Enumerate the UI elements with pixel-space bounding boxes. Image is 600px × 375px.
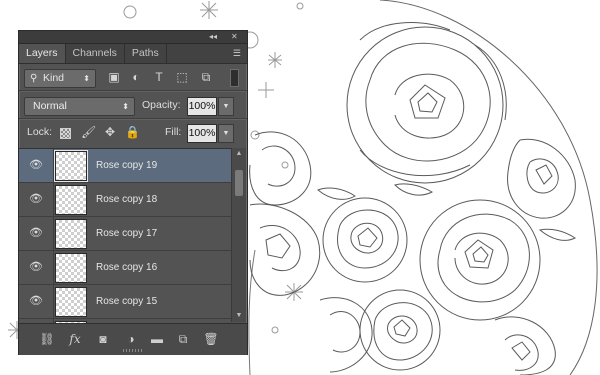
rose-left-cluster: [249, 131, 321, 296]
scroll-thumb[interactable]: [235, 170, 243, 196]
filter-row: ⚲ Kind ⬍ ▣ ◐ T ⬚ ⧉: [19, 64, 247, 90]
fx-icon[interactable]: fx: [67, 331, 83, 347]
eye-icon[interactable]: 👁: [19, 149, 54, 182]
close-icon[interactable]: ✕: [231, 32, 238, 42]
rose-bottom-right: [494, 316, 556, 375]
panel-titlebar[interactable]: ◂◂ ✕: [19, 31, 247, 44]
opacity-input[interactable]: 100%: [187, 97, 217, 116]
layer-row[interactable]: 👁 Rose copy 16: [19, 251, 231, 285]
mask-icon[interactable]: ◙: [95, 331, 111, 347]
filter-kind-select[interactable]: ⚲ Kind ⬍: [24, 69, 96, 88]
layer-name[interactable]: Rose copy 18: [96, 183, 157, 216]
adjustment-icon[interactable]: ◑: [123, 331, 139, 347]
layer-thumbnail[interactable]: [55, 185, 87, 215]
layer-thumbnail[interactable]: [55, 287, 87, 317]
layer-thumbnail[interactable]: [54, 150, 88, 182]
layer-name[interactable]: Rose copy 19: [96, 149, 157, 182]
link-icon[interactable]: ⛓: [39, 331, 55, 347]
chevron-updown-icon: ⬍: [122, 102, 129, 111]
layer-list: 👁 Rose copy 19 👁 Rose copy 18 👁 Rose cop…: [19, 148, 231, 323]
blend-row: Normal ⬍ Opacity: 100% ▼: [19, 92, 247, 118]
trash-icon[interactable]: 🗑: [203, 331, 219, 347]
fill-label: Fill:: [165, 126, 182, 138]
lock-transparency-icon[interactable]: [60, 128, 71, 139]
chevron-updown-icon: ⬍: [83, 74, 90, 83]
eye-icon[interactable]: 👁: [19, 251, 54, 284]
eye-icon[interactable]: 👁: [19, 183, 54, 216]
layer-name[interactable]: Rose copy 15: [96, 285, 157, 318]
layer-list-scrollbar[interactable]: ▲ ▼: [231, 148, 246, 322]
rose-right-top: [507, 138, 576, 219]
magnifier-icon: ⚲: [30, 73, 38, 84]
layer-thumbnail[interactable]: [55, 219, 87, 249]
folder-icon[interactable]: ▬: [149, 331, 165, 347]
lock-paint-icon[interactable]: 🖌: [81, 125, 96, 139]
layer-row[interactable]: 👁 Rose copy 17: [19, 217, 231, 251]
fill-dropdown-icon[interactable]: ▼: [218, 124, 234, 143]
rose-center-right: [419, 199, 541, 321]
layer-thumbnail[interactable]: [55, 253, 87, 283]
filter-kind-label: Kind: [43, 72, 65, 84]
tab-layers[interactable]: Layers: [19, 44, 66, 63]
opacity-dropdown-icon[interactable]: ▼: [218, 97, 234, 116]
rose-large: [346, 22, 507, 184]
fill-input[interactable]: 100%: [187, 124, 217, 143]
resize-grip[interactable]: [123, 349, 143, 352]
blend-mode-value: Normal: [33, 100, 67, 112]
layers-bottom-toolbar: ⛓ fx ◙ ◑ ▬ ⧉ 🗑: [19, 323, 247, 355]
lock-all-icon[interactable]: 🔒: [125, 125, 140, 139]
collapse-icon[interactable]: ◂◂: [209, 32, 217, 42]
new-layer-icon[interactable]: ⧉: [175, 331, 191, 347]
filter-toggle[interactable]: [230, 69, 239, 87]
tab-channels[interactable]: Channels: [66, 44, 125, 63]
type-filter-icon[interactable]: T: [152, 70, 166, 84]
smartobject-filter-icon[interactable]: ⧉: [199, 70, 213, 84]
layer-row[interactable]: 👁 Rose copy 18: [19, 183, 231, 217]
lock-position-icon[interactable]: ✥: [103, 125, 117, 139]
scroll-down-icon[interactable]: ▼: [232, 310, 246, 322]
adjustment-filter-icon[interactable]: ◐: [129, 70, 143, 84]
pixel-filter-icon[interactable]: ▣: [107, 70, 121, 84]
blend-mode-select[interactable]: Normal ⬍: [24, 97, 135, 116]
panel-menu-icon[interactable]: ☰: [233, 47, 241, 59]
eye-icon[interactable]: 👁: [19, 217, 54, 250]
rose-bottom-left: [319, 297, 373, 373]
layer-name[interactable]: Rose copy 16: [96, 251, 157, 284]
scroll-up-icon[interactable]: ▲: [232, 148, 246, 160]
eye-icon[interactable]: 👁: [19, 285, 54, 318]
layer-name[interactable]: Rose copy 17: [96, 217, 157, 250]
lock-label: Lock:: [27, 126, 53, 138]
opacity-label: Opacity:: [142, 99, 181, 111]
lock-row: Lock: 🖌 ✥ 🔒 Fill: 100% ▼: [19, 120, 247, 146]
rose-middle: [322, 197, 408, 283]
tab-paths[interactable]: Paths: [125, 44, 167, 63]
shape-filter-icon[interactable]: ⬚: [175, 70, 189, 84]
panel-tabs: Layers Channels Paths ☰: [19, 44, 247, 64]
layer-row[interactable]: 👁 Rose copy 19: [19, 149, 231, 183]
layers-panel: ◂◂ ✕ Layers Channels Paths ☰ ⚲ Kind ⬍ ▣ …: [18, 30, 248, 355]
layer-row[interactable]: 👁 Rose copy 15: [19, 285, 231, 319]
